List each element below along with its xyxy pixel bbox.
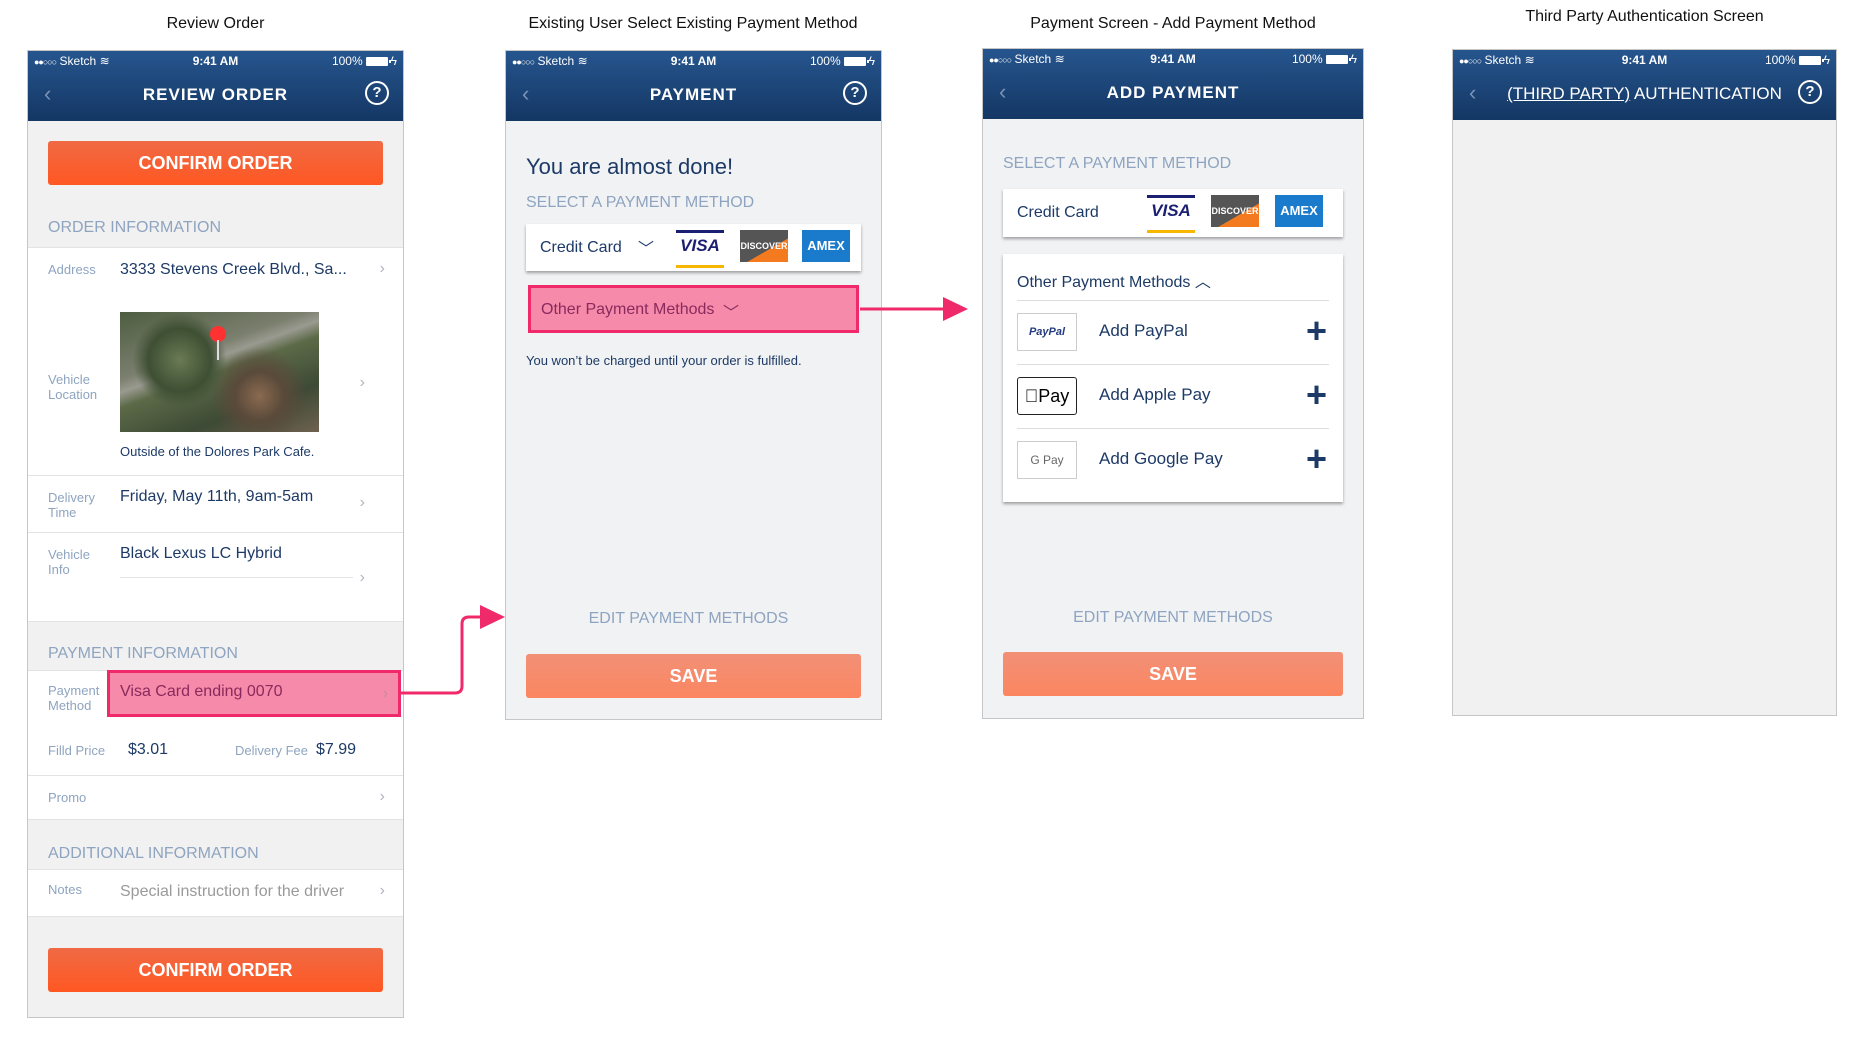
arrowhead <box>480 605 505 629</box>
flow-arrows <box>400 297 968 695</box>
arrow-review-to-payment <box>400 615 482 695</box>
arrowhead <box>943 297 968 321</box>
